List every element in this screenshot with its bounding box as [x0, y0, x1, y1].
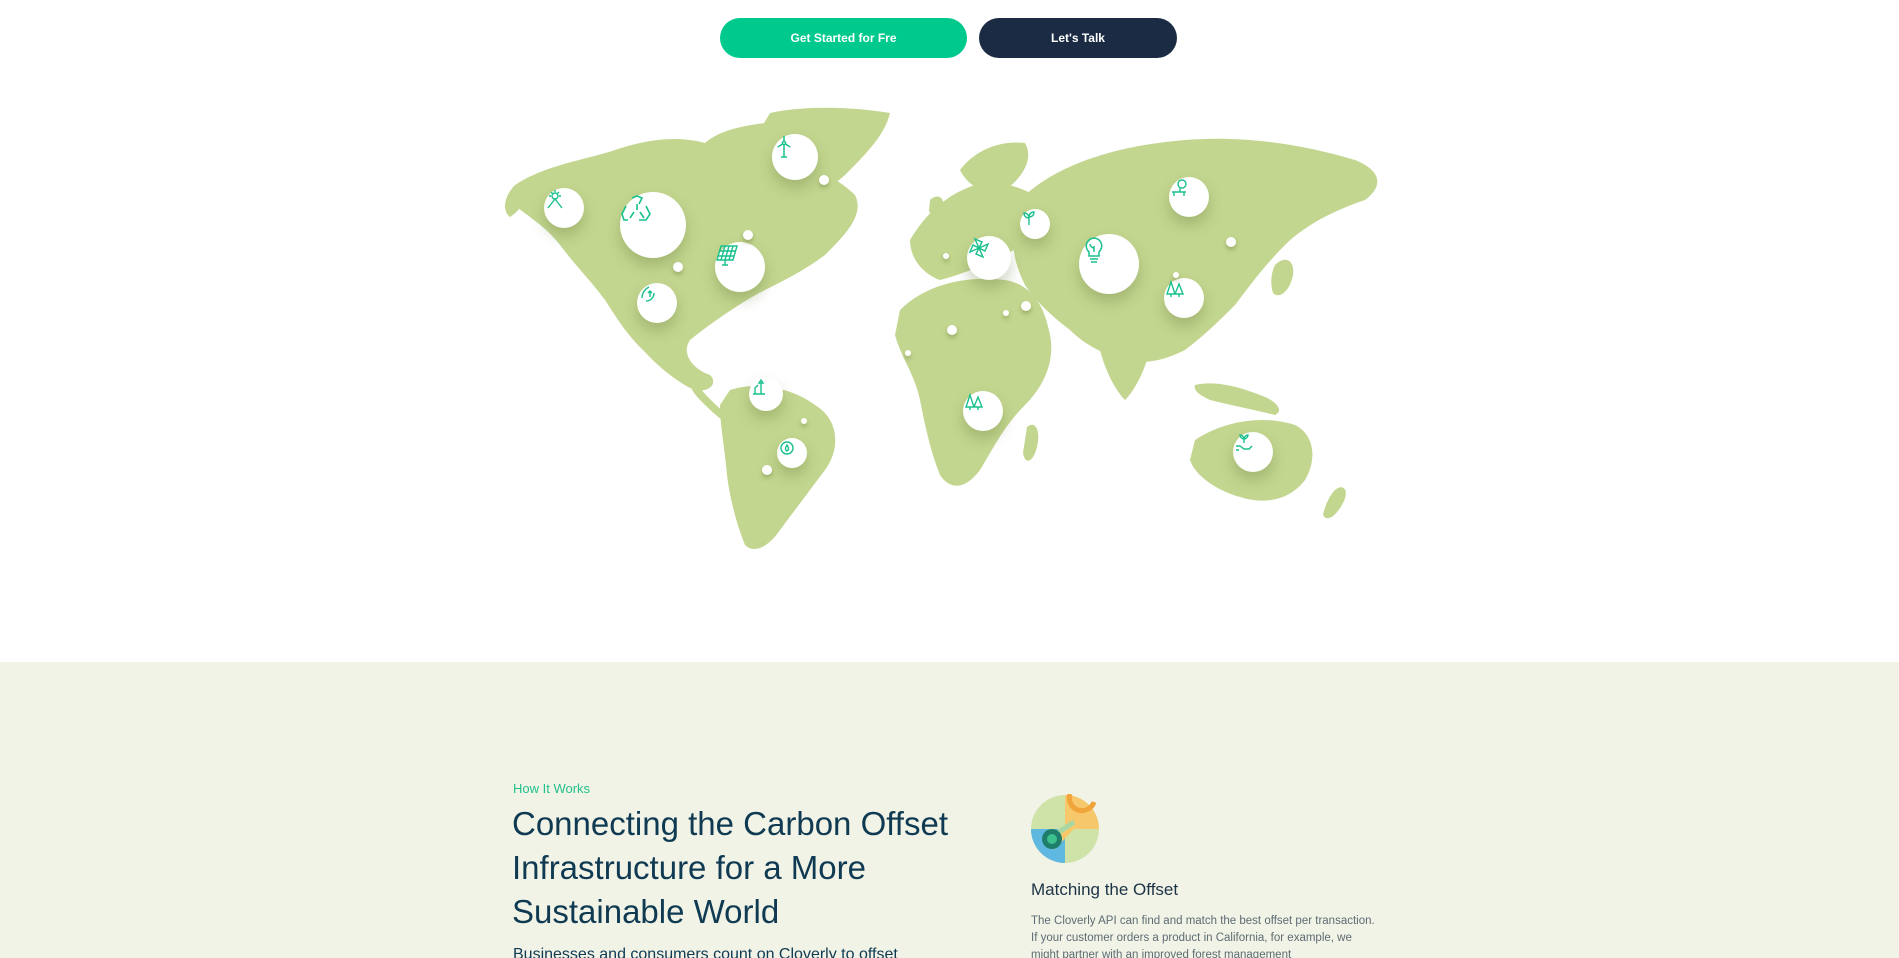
water-cycle-icon [777, 438, 807, 468]
project-dot [801, 418, 807, 424]
recycle-icon [620, 192, 686, 258]
project-dot [1226, 237, 1236, 247]
project-dot [743, 230, 753, 240]
project-dot [1003, 310, 1009, 316]
solar-panel-icon [544, 188, 584, 228]
get-started-button[interactable]: Get Started for Fre [720, 18, 967, 58]
hand-sprout-icon [1233, 432, 1273, 472]
forest-icon [1164, 278, 1204, 318]
section-headline: Connecting the Carbon Offset Infrastruct… [512, 805, 948, 930]
pinwheel-icon [967, 236, 1011, 280]
world-map-land [505, 107, 1378, 550]
sprout-icon [1020, 209, 1050, 239]
project-dot [1173, 272, 1179, 278]
project-dot [762, 465, 772, 475]
project-dot [673, 262, 683, 272]
section-eyebrow: How It Works [513, 781, 591, 796]
project-dot [947, 325, 957, 335]
solar-array-icon [715, 242, 765, 292]
forest-icon [963, 391, 1003, 431]
world-map [505, 105, 1385, 555]
project-dot [1021, 301, 1031, 311]
project-dot [819, 175, 829, 185]
lightbulb-leaf-icon [1079, 234, 1139, 294]
cookstove-icon [1169, 177, 1209, 217]
wind-turbine-icon [772, 134, 818, 180]
page: Get Started for Fre Let's Talk How It Wo… [0, 0, 1899, 958]
section-lead: Businesses and consumers count on Clover… [513, 946, 898, 958]
project-dot [905, 350, 911, 356]
tree-planting-icon [749, 377, 783, 411]
step-title: Matching the Offset [1031, 880, 1179, 899]
matching-offset-icon [1030, 793, 1100, 864]
how-it-works-section: How It Works Connecting the Carbon Offse… [0, 662, 1899, 958]
project-dot [943, 253, 949, 259]
hydro-plant-icon [637, 283, 677, 323]
cta-row: Get Started for Fre Let's Talk [0, 18, 1899, 58]
step-body: The Cloverly API can find and match the … [1031, 915, 1375, 958]
lets-talk-button[interactable]: Let's Talk [979, 18, 1177, 58]
